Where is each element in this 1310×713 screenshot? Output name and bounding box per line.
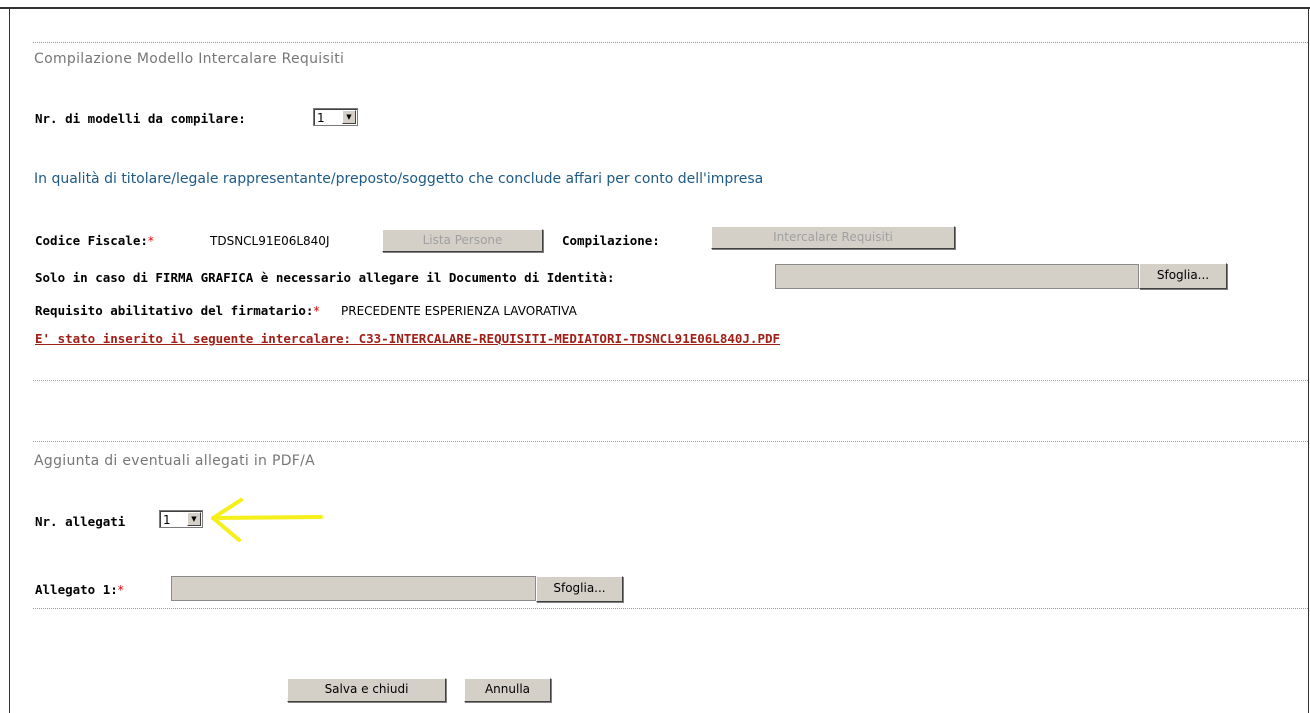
required-mark: * <box>147 234 154 248</box>
nr-allegati-select[interactable]: 1 ▼ <box>159 510 203 528</box>
section2-top-separator <box>33 441 1308 442</box>
nr-allegati-value: 1 <box>163 513 171 527</box>
salva-e-chiudi-button[interactable]: Salva e chiudi <box>287 678 446 702</box>
compilazione-label: Compilazione: <box>562 233 660 248</box>
nr-allegati-label: Nr. allegati <box>35 514 126 529</box>
intercalare-requisiti-button[interactable]: Intercalare Requisiti <box>711 226 955 249</box>
section2-title: Aggiunta di eventuali allegati in PDF/A <box>34 453 316 469</box>
right-border <box>1308 8 1309 713</box>
allegato1-label: Allegato 1: <box>35 582 118 597</box>
section1-top-separator <box>33 42 1308 43</box>
triangle-down-icon: ▼ <box>342 110 356 124</box>
section1-title: Compilazione Modello Intercalare Requisi… <box>34 51 345 67</box>
yellow-arrow-left-icon <box>211 498 323 542</box>
codice-fiscale-row: Codice Fiscale:* <box>35 233 154 248</box>
allegato1-sfoglia-button[interactable]: Sfoglia... <box>536 576 623 602</box>
allegato1-file-field[interactable] <box>171 576 536 601</box>
nr-modelli-select[interactable]: 1 ▼ <box>313 108 358 126</box>
requisito-value: PRECEDENTE ESPERIENZA LAVORATIVA <box>341 304 577 318</box>
annulla-button[interactable]: Annulla <box>464 678 551 702</box>
documento-sfoglia-button[interactable]: Sfoglia... <box>1139 263 1227 289</box>
info-text: In qualità di titolare/legale rappresent… <box>34 171 764 187</box>
inserted-intercalare-link[interactable]: E' stato inserito il seguente intercalar… <box>35 331 780 346</box>
documento-identita-file-field[interactable] <box>775 264 1139 289</box>
section2-bottom-separator <box>33 608 1308 609</box>
requisito-row: Requisito abilitativo del firmatario:* <box>35 303 319 318</box>
nr-modelli-value: 1 <box>317 111 325 125</box>
required-mark: * <box>313 304 320 318</box>
section1-bottom-separator <box>33 380 1308 381</box>
firma-grafica-label: Solo in caso di FIRMA GRAFICA è necessar… <box>35 270 615 285</box>
required-mark: * <box>117 583 124 597</box>
lista-persone-button[interactable]: Lista Persone <box>382 229 543 252</box>
codice-fiscale-value: TDSNCL91E06L840J <box>210 234 330 248</box>
codice-fiscale-label: Codice Fiscale: <box>35 233 148 248</box>
top-border <box>0 7 1310 9</box>
left-border <box>9 8 10 713</box>
triangle-down-icon: ▼ <box>187 512 201 526</box>
requisito-label: Requisito abilitativo del firmatario: <box>35 303 314 318</box>
allegato1-row: Allegato 1:* <box>35 582 124 597</box>
nr-modelli-label: Nr. di modelli da compilare: <box>35 111 246 126</box>
